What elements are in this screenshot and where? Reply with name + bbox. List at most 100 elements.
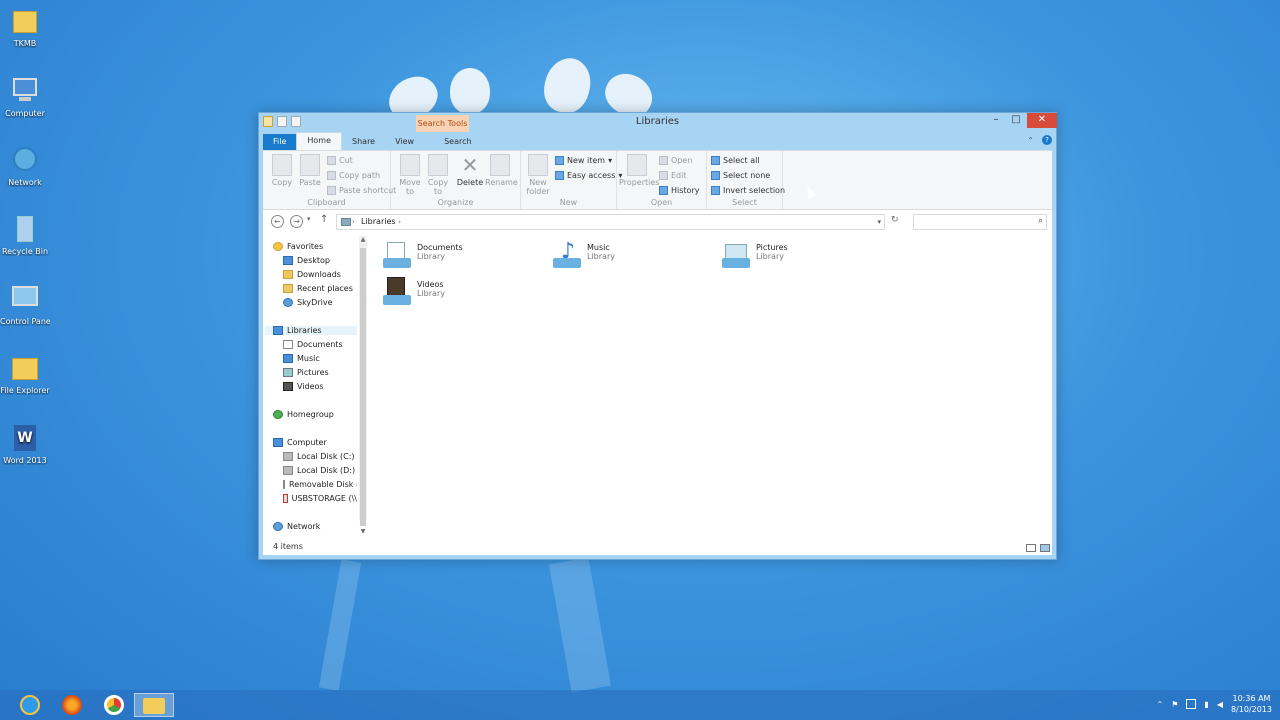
history-button[interactable]: History: [659, 186, 699, 195]
up-button[interactable]: ↑: [320, 214, 328, 225]
volume-icon[interactable]: ◀: [1217, 700, 1223, 709]
library-item-documents[interactable]: Documents Library: [381, 240, 463, 270]
scrollbar-thumb[interactable]: [360, 248, 366, 526]
paste-shortcut-button[interactable]: Paste shortcut: [327, 186, 396, 195]
nav-videos[interactable]: Videos: [283, 382, 324, 391]
properties-button[interactable]: Properties: [619, 154, 659, 187]
flag-icon[interactable]: ⚑: [1171, 700, 1178, 709]
copy-icon: [272, 154, 292, 176]
window-title: Libraries: [635, 116, 680, 127]
easy-access-button[interactable]: Easy access ▾: [555, 171, 622, 180]
star-icon: [273, 242, 283, 251]
tab-share[interactable]: Share: [342, 134, 385, 150]
help-icon[interactable]: ?: [1042, 135, 1052, 145]
scroll-up-icon[interactable]: ▲: [359, 236, 367, 243]
taskbar-firefox[interactable]: [52, 693, 92, 717]
select-none-button[interactable]: Select none: [711, 171, 770, 180]
music-icon: [283, 354, 293, 363]
tab-file[interactable]: File: [263, 134, 297, 150]
nav-computer[interactable]: Computer: [273, 438, 327, 447]
tab-view[interactable]: View: [385, 134, 424, 150]
cut-button[interactable]: Cut: [327, 156, 353, 165]
tab-home[interactable]: Home: [296, 132, 343, 150]
nav-music[interactable]: Music: [283, 354, 320, 363]
forward-button[interactable]: →: [290, 215, 303, 228]
open-icon: [659, 156, 668, 165]
nav-skydrive[interactable]: SkyDrive: [283, 298, 333, 307]
copy-button[interactable]: Copy: [267, 154, 297, 187]
desktop-icon-tkmb[interactable]: TKMB: [0, 5, 50, 48]
removable-disk-icon: [283, 480, 285, 489]
clock[interactable]: 10:36 AM 8/10/2013: [1231, 693, 1272, 715]
nav-removable-disk[interactable]: Removable Disk (: [283, 480, 357, 489]
new-group: New folder New item ▾ Easy access ▾ New: [521, 151, 622, 209]
maximize-button[interactable]: □: [1009, 113, 1023, 128]
nav-homegroup[interactable]: Homegroup: [273, 410, 334, 419]
address-box[interactable]: › Libraries › ▾: [336, 214, 885, 230]
display-icon[interactable]: [1186, 699, 1197, 709]
show-hidden-icons-icon[interactable]: ⌃: [1157, 700, 1164, 709]
desktop-icon-computer[interactable]: Computer: [0, 75, 50, 118]
nav-usbstorage[interactable]: USBSTORAGE (\\: [283, 494, 357, 503]
system-tray: ⌃ ⚑ ▮ ◀ 10:36 AM 8/10/2013: [1157, 693, 1272, 715]
taskbar-internet-explorer[interactable]: [10, 693, 50, 717]
search-input[interactable]: ⌕: [913, 214, 1047, 230]
move-to-button[interactable]: Move to: [395, 154, 425, 196]
copy-to-button[interactable]: Copy to: [423, 154, 453, 196]
refresh-icon[interactable]: ↻: [891, 215, 899, 225]
new-folder-button[interactable]: New folder: [523, 154, 553, 196]
large-icons-view-icon[interactable]: [1040, 544, 1050, 552]
nav-network[interactable]: Network: [273, 522, 320, 531]
desktop-icon-network[interactable]: Network: [0, 144, 50, 187]
taskbar-chrome[interactable]: [94, 693, 134, 717]
title-bar[interactable]: Search Tools Libraries – □ ✕: [259, 113, 1057, 132]
nav-documents[interactable]: Documents: [283, 340, 343, 349]
select-all-icon: [711, 156, 720, 165]
invert-selection-button[interactable]: Invert selection: [711, 186, 785, 195]
paste-button[interactable]: Paste: [295, 154, 325, 187]
network-status-icon[interactable]: ▮: [1204, 700, 1208, 709]
minimize-ribbon-icon[interactable]: ⌃: [1027, 136, 1034, 145]
back-button[interactable]: ←: [271, 215, 284, 228]
library-item-videos[interactable]: Videos Library: [381, 277, 445, 307]
nav-favorites[interactable]: Favorites: [273, 242, 323, 251]
open-button[interactable]: Open: [659, 156, 692, 165]
details-view-icon[interactable]: [1026, 544, 1036, 552]
close-button[interactable]: ✕: [1027, 113, 1057, 128]
navpane-scrollbar[interactable]: ▲ ▼: [359, 236, 367, 535]
library-item-music[interactable]: ♪ Music Library: [551, 240, 615, 270]
breadcrumb-libraries[interactable]: Libraries: [361, 217, 396, 226]
nav-local-disk-c[interactable]: Local Disk (C:): [283, 452, 355, 461]
view-buttons: [1026, 544, 1050, 552]
recent-locations-icon[interactable]: ▾: [307, 215, 311, 223]
nav-libraries[interactable]: Libraries: [265, 326, 357, 335]
pictures-icon: [283, 368, 293, 377]
nav-recent-places[interactable]: Recent places: [283, 284, 353, 293]
edit-button[interactable]: Edit: [659, 171, 687, 180]
delete-button[interactable]: ✕ Delete: [455, 154, 485, 187]
desktop-icon-file-explorer[interactable]: File Explorer: [0, 352, 50, 395]
rename-button[interactable]: Rename: [485, 154, 518, 187]
nav-local-disk-d[interactable]: Local Disk (D:): [283, 466, 355, 475]
address-dropdown-icon[interactable]: ▾: [877, 215, 881, 229]
tab-search[interactable]: Search: [434, 134, 481, 150]
select-all-button[interactable]: Select all: [711, 156, 760, 165]
nav-pictures[interactable]: Pictures: [283, 368, 329, 377]
nav-desktop[interactable]: Desktop: [283, 256, 330, 265]
desktop-icon-control-panel[interactable]: Control Panel: [0, 283, 50, 326]
copy-path-button[interactable]: Copy path: [327, 171, 380, 180]
scroll-down-icon[interactable]: ▼: [359, 528, 367, 535]
minimize-button[interactable]: –: [989, 113, 1003, 128]
videos-library-icon: [381, 277, 413, 307]
breadcrumb-arrow-icon[interactable]: ›: [398, 218, 401, 226]
search-icon[interactable]: ⌕: [1038, 216, 1043, 226]
pictures-library-icon: [720, 240, 752, 270]
new-item-button[interactable]: New item ▾: [555, 156, 612, 165]
library-item-pictures[interactable]: Pictures Library: [720, 240, 788, 270]
nav-downloads[interactable]: Downloads: [283, 270, 341, 279]
desktop-icon-recycle-bin[interactable]: Recycle Bin: [0, 213, 50, 256]
network-drive-icon: [283, 494, 288, 503]
taskbar-file-explorer[interactable]: [134, 693, 174, 717]
desktop-icon-word[interactable]: W Word 2013: [0, 422, 50, 465]
wallpaper-petal: [450, 68, 490, 114]
